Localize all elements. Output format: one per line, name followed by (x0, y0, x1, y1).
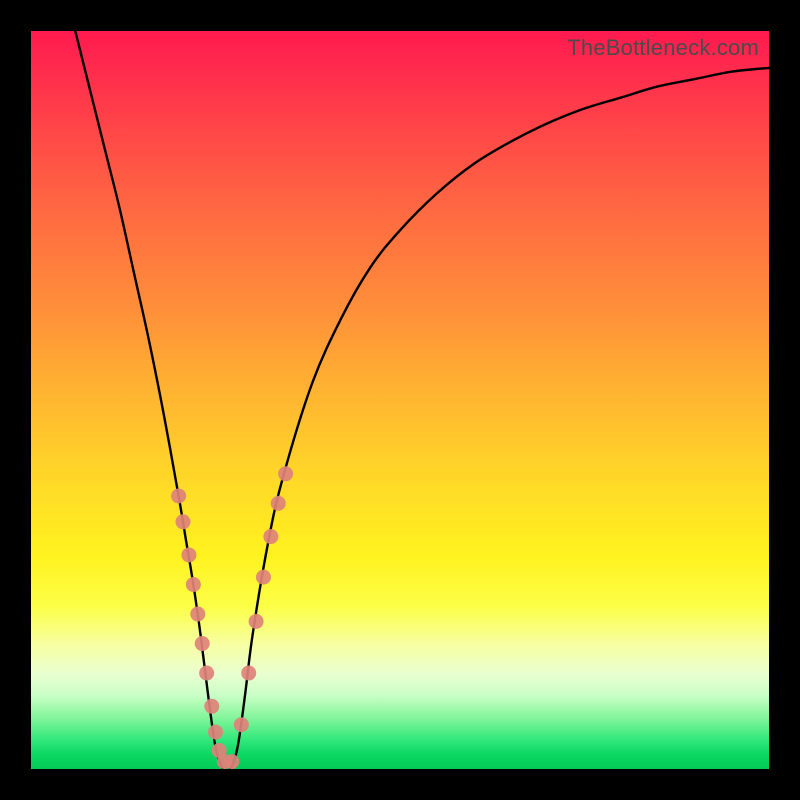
marker-dot (176, 514, 191, 529)
marker-dot (181, 547, 196, 562)
marker-dot (195, 636, 210, 651)
plot-area: TheBottleneck.com (31, 31, 769, 769)
marker-dot (271, 496, 286, 511)
marker-dot (241, 666, 256, 681)
marker-dot (263, 529, 278, 544)
marker-dot (278, 466, 293, 481)
marker-dot (249, 614, 264, 629)
chart-frame: TheBottleneck.com (0, 0, 800, 800)
marker-dot (208, 725, 223, 740)
marker-dot (171, 488, 186, 503)
marker-dot (199, 666, 214, 681)
marker-dot (186, 577, 201, 592)
marker-dot (256, 570, 271, 585)
bottleneck-curve-path (75, 31, 769, 772)
marker-dot (204, 699, 219, 714)
marker-dot (234, 717, 249, 732)
marker-dot (190, 607, 205, 622)
marker-dot (224, 754, 239, 769)
chart-overlay-svg (31, 31, 769, 769)
